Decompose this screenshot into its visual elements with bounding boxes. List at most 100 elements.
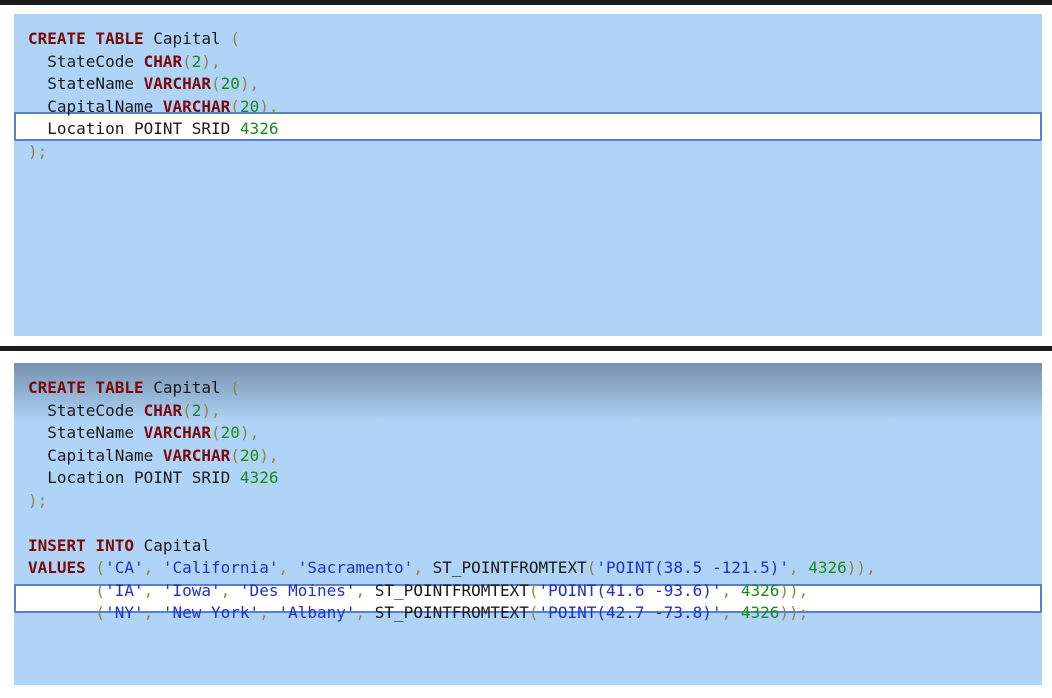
code-token: INSERT INTO	[28, 535, 134, 555]
bottom-code-line-7	[28, 512, 876, 535]
code-token: 20	[220, 423, 240, 442]
code-token: (	[85, 558, 106, 577]
code-token: 'Iowa'	[162, 580, 221, 600]
code-token: 2	[191, 400, 202, 420]
code-token: 'POINT(38.5 -121.5)'	[596, 558, 789, 577]
code-token: 4326	[239, 119, 279, 138]
bottom-code-line-11: ('NY', 'New York', 'Albany', ST_POINTFRO…	[28, 602, 876, 625]
code-token: ,	[721, 603, 741, 622]
bottom-code-line-9: VALUES ('CA', 'California', 'Sacramento'…	[28, 557, 876, 580]
code-token: 'California'	[162, 558, 279, 577]
bottom-code-line-10: ('IA', 'Iowa', 'Des Moines', ST_POINTFRO…	[28, 580, 876, 603]
code-token: StateCode	[28, 51, 144, 71]
code-token: Location POINT SRID	[28, 119, 240, 138]
top-code-editor[interactable]: CREATE TABLE Capital ( StateCode CHAR(2)…	[14, 14, 1042, 336]
top-code-line-4: CapitalName VARCHAR(20),	[28, 96, 278, 119]
code-token: (	[211, 423, 221, 442]
code-token: VARCHAR	[143, 74, 212, 93]
bottom-code-panel: CREATE TABLE Capital ( StateCode CHAR(2)…	[0, 351, 1052, 698]
bottom-code-line-5: Location POINT SRID 4326	[28, 467, 876, 490]
code-token: Capital	[143, 378, 231, 397]
code-token: StateName	[28, 423, 144, 442]
code-token: (	[586, 558, 597, 577]
bottom-code-line-4: CapitalName VARCHAR(20),	[28, 445, 876, 468]
bottom-code-line-6: );	[28, 490, 876, 513]
code-token: ,	[143, 603, 163, 622]
code-token: 20	[239, 96, 260, 116]
code-token: ),	[239, 423, 260, 442]
code-token: 'Sacramento'	[297, 558, 414, 577]
code-token: CREATE TABLE	[28, 29, 144, 48]
code-token: ));	[779, 603, 809, 622]
top-code-line-6: );	[28, 141, 278, 164]
bottom-code-line-3: StateName VARCHAR(20),	[28, 422, 876, 445]
code-token: ,	[220, 580, 240, 600]
code-token: VARCHAR	[162, 445, 231, 465]
code-token: 4326	[740, 603, 780, 622]
code-token: (	[230, 445, 240, 465]
code-token: 'IA'	[105, 580, 144, 600]
code-token: StateName	[28, 74, 144, 93]
code-token: ST_POINTFROMTEXT	[432, 558, 587, 577]
code-token: CapitalName	[28, 445, 163, 465]
bottom-code-line-1: CREATE TABLE Capital (	[28, 377, 876, 400]
code-token: (	[28, 603, 106, 622]
code-token: CHAR	[143, 400, 183, 420]
code-token: 'POINT(42.7 -73.8)'	[538, 603, 722, 622]
code-token: StateCode	[28, 400, 144, 420]
code-token: ,	[721, 580, 741, 600]
code-token: (	[28, 580, 106, 600]
code-token: VARCHAR	[143, 423, 212, 442]
code-token: );	[28, 141, 48, 161]
bottom-code-editor[interactable]: CREATE TABLE Capital ( StateCode CHAR(2)…	[14, 363, 1042, 685]
code-token: 4326	[740, 580, 780, 600]
code-token: 'CA'	[105, 558, 144, 577]
create-table-code: CREATE TABLE Capital ( StateCode CHAR(2)…	[28, 28, 278, 163]
top-code-line-5: Location POINT SRID 4326	[28, 118, 278, 141]
code-token: 2	[191, 51, 202, 71]
create-insert-code: CREATE TABLE Capital ( StateCode CHAR(2)…	[28, 377, 876, 625]
code-token: ,	[143, 558, 163, 577]
code-token: (	[182, 51, 192, 71]
code-token: ,	[143, 580, 163, 600]
code-token: 'Des Moines'	[239, 580, 356, 600]
bottom-code-line-8: INSERT INTO Capital	[28, 535, 876, 558]
top-code-panel: CREATE TABLE Capital ( StateCode CHAR(2)…	[0, 5, 1052, 346]
code-token: 'New York'	[162, 603, 260, 622]
code-token: Capital	[133, 535, 212, 555]
code-token: 'NY'	[105, 603, 144, 622]
code-token: 'POINT(41.6 -93.6)'	[538, 580, 722, 600]
code-token: ,	[355, 603, 375, 622]
code-token: ,	[278, 558, 298, 577]
code-token: )),	[846, 558, 876, 577]
code-token: VALUES	[28, 558, 86, 577]
code-token: Capital	[143, 29, 231, 48]
code-token: ),	[201, 51, 221, 71]
code-token: 20	[239, 445, 260, 465]
code-token: CHAR	[143, 51, 183, 71]
code-token: );	[28, 490, 48, 510]
code-token: Location POINT SRID	[28, 468, 240, 487]
code-token: 'Albany'	[278, 603, 356, 622]
code-token: ,	[789, 558, 809, 577]
code-token: ),	[201, 400, 221, 420]
bottom-code-line-2: StateCode CHAR(2),	[28, 400, 876, 423]
code-token: (	[230, 378, 240, 397]
code-token: (	[528, 580, 539, 600]
code-token: (	[230, 96, 240, 116]
code-token: CapitalName	[28, 96, 163, 116]
code-token: (	[182, 400, 192, 420]
code-token: ),	[259, 96, 279, 116]
code-token: )),	[779, 580, 809, 600]
code-token: ST_POINTFROMTEXT	[374, 603, 529, 622]
code-token: VARCHAR	[162, 96, 231, 116]
top-code-line-3: StateName VARCHAR(20),	[28, 73, 278, 96]
code-token: (	[211, 74, 221, 93]
code-token: ,	[355, 580, 375, 600]
code-token: ),	[259, 445, 279, 465]
code-token: 4326	[239, 468, 279, 487]
code-token: ST_POINTFROMTEXT	[374, 580, 529, 600]
code-token: 20	[220, 74, 240, 93]
top-code-line-2: StateCode CHAR(2),	[28, 51, 278, 74]
code-token: 4326	[808, 558, 847, 577]
